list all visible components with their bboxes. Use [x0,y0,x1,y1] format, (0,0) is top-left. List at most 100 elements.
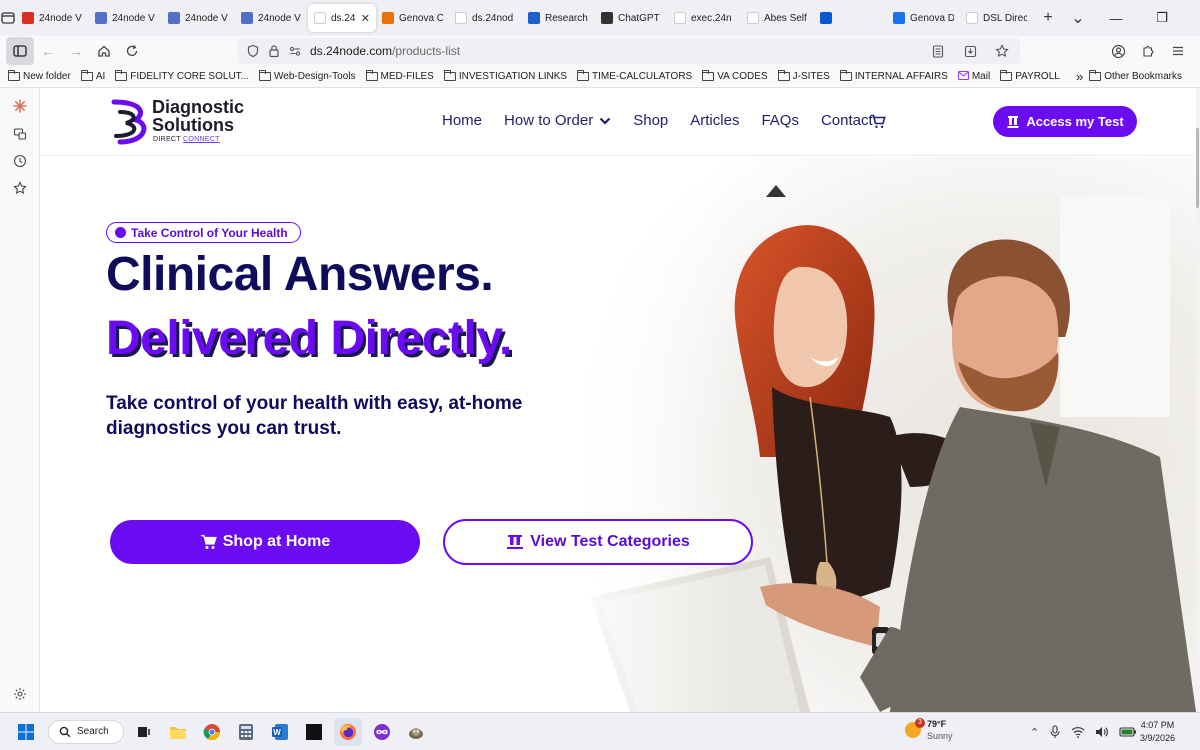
shop-at-home-button[interactable]: Shop at Home [110,520,420,564]
bookmark-item[interactable]: AI [80,70,105,82]
browser-tab[interactable]: Genova C [376,4,449,32]
browser-tab[interactable]: 24node V [235,4,308,32]
save-to-pocket-button[interactable] [956,37,984,65]
taskbar-search[interactable]: Search [48,719,124,744]
browser-tab[interactable]: 24node V [162,4,235,32]
svg-text:W: W [273,728,281,737]
back-button[interactable]: ← [34,37,62,65]
tab-favicon-icon [241,12,253,24]
folder-icon [259,70,271,81]
chrome-app[interactable] [198,718,226,746]
folder-icon [777,70,790,81]
firefox-app[interactable] [334,717,362,746]
bookmark-item[interactable]: FIDELITY CORE SOLUT... [115,70,249,82]
browser-tab[interactable]: 24node V [16,4,89,32]
bookmarks-overflow-button[interactable]: » [1076,69,1083,84]
browser-tab[interactable]: Research [522,4,595,32]
sidebar-toggle-button[interactable] [6,37,34,65]
bookmark-item[interactable]: INTERNAL AFFAIRS [839,70,948,82]
bookmark-item[interactable]: J-SITES [777,70,830,82]
infinity-app-icon [374,723,390,740]
system-clock[interactable]: 4:07 PM 3/9/2026 [1140,719,1175,745]
url-bar[interactable]: ds.24node.com/products-list [238,38,1020,64]
new-tab-button[interactable]: + [1033,0,1063,36]
chevron-up-icon[interactable]: ⌃ [1030,726,1039,739]
logo-mark-icon [111,99,147,145]
app-menu-button[interactable] [1164,37,1192,65]
reader-view-button[interactable] [924,37,952,65]
browser-tab[interactable]: ds.24n ✕ [308,4,376,32]
gimp-app[interactable] [402,718,430,746]
browser-tab[interactable]: exec.24n [668,4,741,32]
file-explorer-app[interactable] [164,718,192,746]
firefox-view-button[interactable] [0,0,16,36]
calculator-app[interactable] [232,718,260,746]
bookmarks-icon[interactable] [12,180,28,196]
cart-icon [871,114,886,128]
bookmark-label: FIDELITY CORE SOLUT... [130,71,249,82]
site-logo[interactable]: Diagnostic Solutions DIRECT CONNECT [110,96,280,148]
wifi-icon [1071,727,1085,738]
synced-tabs-icon[interactable] [12,126,28,142]
history-icon[interactable] [12,153,28,169]
bookmark-item[interactable]: Mail [957,70,990,83]
word-app[interactable]: W [266,718,294,746]
bookmark-item[interactable]: MED-FILES [365,70,434,82]
restore-button[interactable]: ❐ [1139,0,1185,36]
weather-temperature: 79°F [927,719,947,729]
list-all-tabs-button[interactable]: ⌄ [1063,0,1093,36]
nav-home[interactable]: Home [442,112,482,129]
task-view-button[interactable] [130,718,158,746]
microphone-icon [1050,725,1060,738]
bookmark-item[interactable]: New folder [8,70,71,82]
weather-widget[interactable]: 3 79°F Sunny [905,718,953,742]
view-test-categories-button[interactable]: View Test Categories [443,519,753,565]
firefox-view-icon [1,12,15,24]
bookmark-item[interactable]: PAYROLL [1000,70,1060,82]
browser-tab[interactable] [814,4,887,32]
extensions-button[interactable] [1134,37,1162,65]
nav-how-to-order[interactable]: How to Order [504,112,611,129]
copilot-app[interactable] [368,718,396,746]
nav-shop[interactable]: Shop [633,112,668,129]
access-my-test-button[interactable]: Access my Test [993,106,1137,137]
star-icon [995,44,1009,58]
nav-faqs[interactable]: FAQs [761,112,799,129]
browser-tab[interactable]: 24node V [89,4,162,32]
cart-button[interactable] [870,114,886,134]
shield-icon [247,44,259,58]
close-window-button[interactable]: ✕ [1185,0,1200,36]
browser-tab[interactable]: ChatGPT [595,4,668,32]
other-bookmarks-folder[interactable]: Other Bookmarks [1089,70,1182,82]
close-tab-icon[interactable]: ✕ [361,12,370,25]
customize-sidebar-gear-icon[interactable] [12,686,28,702]
site-header: Diagnostic Solutions DIRECT CONNECT Home… [40,88,1196,156]
bookmark-star-button[interactable] [988,37,1016,65]
bookmark-item[interactable]: Web-Design-Tools [259,70,356,82]
minimize-button[interactable]: — [1093,0,1139,36]
gimp-icon [409,727,423,739]
home-button[interactable] [90,37,118,65]
scrollbar-thumb[interactable] [1196,128,1199,208]
tab-favicon-icon [893,12,905,24]
terminal-app[interactable] [300,718,328,746]
windows-start-button[interactable] [12,718,40,746]
bookmark-item[interactable]: TIME-CALCULATORS [577,70,692,82]
reload-button[interactable] [118,37,146,65]
nav-articles[interactable]: Articles [690,112,739,129]
page-scrollbar[interactable] [1196,88,1200,712]
bookmark-item[interactable]: VA CODES [702,70,768,82]
bookmark-item[interactable]: INVESTIGATION LINKS [443,70,567,82]
hero-photo-couple [560,157,1196,712]
browser-tab[interactable]: ds.24nod [449,4,522,32]
bookmark-label: INTERNAL AFFAIRS [854,71,948,82]
nav-contact[interactable]: Contact [821,112,873,129]
forward-button[interactable]: → [62,37,90,65]
ai-chatbot-icon[interactable] [12,98,28,114]
browser-tab[interactable]: Genova D [887,4,960,32]
hero-section: Take Control of Your Health Clinical Ans… [40,157,1196,712]
account-button[interactable] [1104,37,1132,65]
tab-favicon-icon [22,12,34,24]
browser-tab[interactable]: DSL Direct M [960,4,1033,32]
browser-tab[interactable]: Abes Self Sto [741,4,814,32]
